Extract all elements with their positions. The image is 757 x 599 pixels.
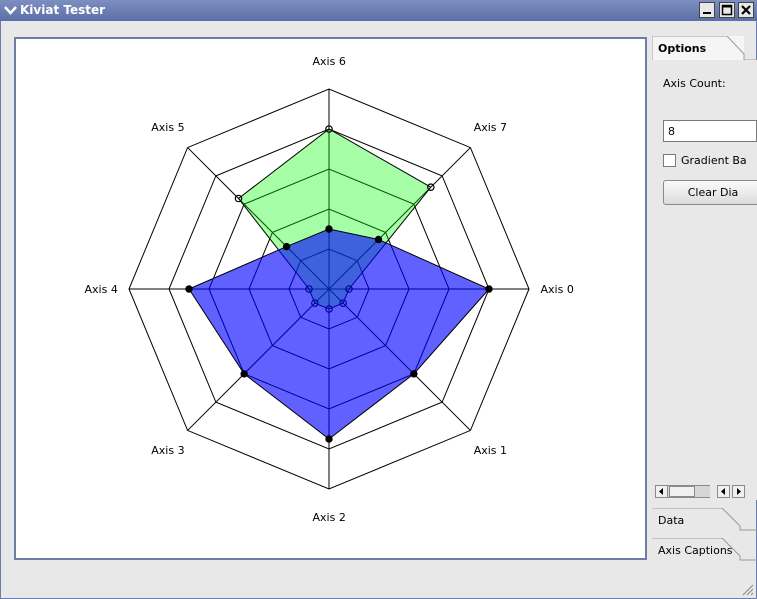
axis-label-0: Axis 0 xyxy=(540,282,574,296)
minimize-icon xyxy=(703,12,711,14)
maximize-button[interactable] xyxy=(719,2,735,18)
resize-grip-icon[interactable] xyxy=(740,582,754,596)
series-1-area xyxy=(188,228,490,440)
series-1-point-7 xyxy=(374,235,383,244)
options-panel: Axis Count: Gradient Ba Clear Dia xyxy=(652,60,757,500)
window-title: Kiviat Tester xyxy=(20,3,106,17)
axis-label-5: Axis 5 xyxy=(151,121,185,135)
arrow-left-icon xyxy=(721,488,725,495)
arrow-right-icon xyxy=(737,488,741,495)
tab-axis-captions-label: Axis Captions xyxy=(658,544,733,557)
axis-count-label: Axis Count: xyxy=(663,77,726,90)
gradient-checkbox-label: Gradient Ba xyxy=(681,154,747,167)
series-1-point-2 xyxy=(325,435,333,443)
close-icon xyxy=(741,5,751,15)
title-bar[interactable]: Kiviat Tester xyxy=(0,0,757,21)
maximize-icon xyxy=(721,4,733,16)
close-button[interactable] xyxy=(738,2,754,18)
series-1-point-6 xyxy=(325,225,333,233)
axis-label-7: Axis 7 xyxy=(473,121,508,135)
axis-count-input[interactable] xyxy=(663,120,757,142)
scroll-thumb[interactable] xyxy=(669,486,695,497)
tab-scrollbar[interactable] xyxy=(655,485,745,499)
axis-label-1: Axis 1 xyxy=(473,443,508,457)
arrow-left-icon xyxy=(659,488,663,495)
kiviat-chart xyxy=(128,88,530,490)
scroll-left-button[interactable] xyxy=(655,485,668,498)
window-menu-icon[interactable] xyxy=(3,3,18,18)
clear-diagram-button[interactable]: Clear Dia xyxy=(663,180,757,205)
gradient-checkbox[interactable] xyxy=(663,154,676,167)
tab-data-label: Data xyxy=(658,514,685,527)
axis-label-4: Axis 4 xyxy=(84,282,118,296)
axis-label-2: Axis 2 xyxy=(312,510,346,524)
tab-options[interactable]: Options xyxy=(652,36,757,61)
series-1-point-0 xyxy=(485,285,493,293)
minimize-button[interactable] xyxy=(699,2,715,18)
series-1-point-4 xyxy=(185,285,193,293)
tab-data[interactable]: Data xyxy=(652,508,757,532)
scroll-right-button[interactable] xyxy=(732,485,745,498)
axis-label-3: Axis 3 xyxy=(151,443,185,457)
side-panel: Options Axis Count: Gradient Ba Clear Di… xyxy=(652,36,757,596)
tab-axis-captions[interactable]: Axis Captions xyxy=(652,538,757,562)
scroll-left-button-2[interactable] xyxy=(717,485,730,498)
series-1-point-1 xyxy=(410,370,418,378)
series-1-point-3 xyxy=(240,370,248,378)
axis-label-6: Axis 6 xyxy=(312,54,346,68)
series-1-point-5 xyxy=(282,242,291,251)
tab-options-label: Options xyxy=(658,42,707,55)
kiviat-diagram-panel[interactable]: Axis 0 Axis 1 Axis 2 Axis 3 Axis 4 Axis … xyxy=(14,37,647,560)
